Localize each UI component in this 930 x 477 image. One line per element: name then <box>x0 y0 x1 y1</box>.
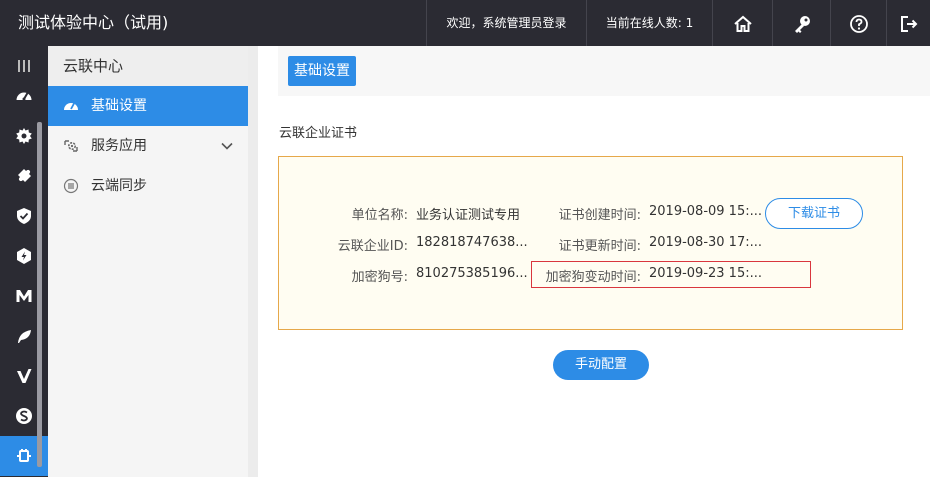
org-name-value: 业务认证测试专用 <box>416 208 521 223</box>
key-icon <box>794 15 810 33</box>
leaf-icon <box>18 330 31 343</box>
hexagon-icon <box>17 248 31 264</box>
rail-scrollbar[interactable] <box>37 122 42 467</box>
m-logo-icon <box>16 290 32 302</box>
enterprise-id-value: 182818747638... <box>416 235 528 250</box>
password-key-button[interactable] <box>772 0 830 46</box>
shield-check-icon <box>17 208 31 224</box>
dongle-number-value: 810275385196... <box>416 266 528 281</box>
gear-icon <box>16 128 32 144</box>
plug-icon <box>17 449 31 462</box>
subnav-item-basic-settings[interactable]: 基础设置 <box>48 86 248 126</box>
sub-navigation: 云联中心 基础设置 服务应用 云端同步 <box>48 46 248 477</box>
enterprise-id-label: 云联企业ID: <box>337 239 408 254</box>
s-circle-icon <box>16 408 32 424</box>
app-title: 测试体验中心（试用) <box>18 13 169 32</box>
service-gear-icon <box>64 140 78 152</box>
icon-rail <box>0 46 48 477</box>
tab-bar: 基础设置 <box>278 46 930 96</box>
help-button[interactable] <box>830 0 886 46</box>
panel-divider <box>248 46 258 477</box>
subnav-item-label: 服务应用 <box>91 138 147 154</box>
cert-created-value: 2019-08-09 15:... <box>649 204 763 219</box>
download-certificate-button[interactable]: 下载证书 <box>765 198 863 229</box>
puzzle-icon <box>18 169 31 182</box>
manual-config-button[interactable]: 手动配置 <box>553 350 649 380</box>
menu-bars-icon <box>18 60 30 72</box>
dashboard-icon <box>16 92 32 101</box>
cert-updated-value: 2019-08-30 17:... <box>649 235 763 250</box>
tab-basic-settings[interactable]: 基础设置 <box>288 56 356 86</box>
online-users-count: 当前在线人数: 1 <box>586 0 712 46</box>
subnav-item-service-apps[interactable]: 服务应用 <box>48 126 248 166</box>
v-logo-icon <box>17 369 32 383</box>
welcome-text: 欢迎，系统管理员登录 <box>426 0 586 46</box>
logout-icon <box>900 15 917 32</box>
section-title: 云联企业证书 <box>279 126 358 141</box>
rail-item-dashboard[interactable] <box>0 76 48 116</box>
chevron-down-icon <box>221 142 233 150</box>
logout-button[interactable] <box>886 0 930 46</box>
subnav-title: 云联中心 <box>48 46 248 86</box>
sync-list-icon <box>63 178 79 194</box>
subnav-item-label: 云端同步 <box>91 178 147 194</box>
top-bar: 测试体验中心（试用) 欢迎，系统管理员登录 当前在线人数: 1 <box>0 0 930 46</box>
subnav-item-cloud-sync[interactable]: 云端同步 <box>48 166 248 206</box>
org-name-label: 单位名称: <box>351 208 408 223</box>
home-icon <box>733 15 752 32</box>
cert-created-label: 证书创建时间: <box>558 208 641 223</box>
home-button[interactable] <box>712 0 772 46</box>
cert-updated-label: 证书更新时间: <box>558 239 641 254</box>
subnav-item-label: 基础设置 <box>91 98 147 114</box>
help-icon <box>849 14 868 33</box>
highlight-box <box>531 261 811 288</box>
dashboard-icon <box>64 103 78 110</box>
dongle-number-label: 加密狗号: <box>351 270 408 285</box>
